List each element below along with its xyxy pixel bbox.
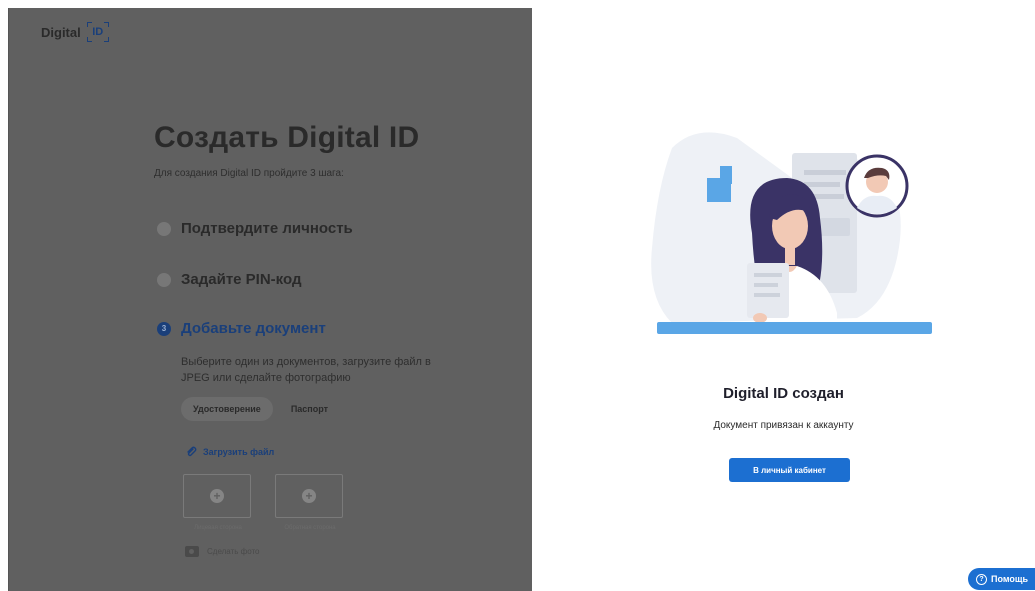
document-type-tabs: Удостоверение Паспорт	[181, 397, 340, 421]
step-verify-identity: Подтвердите личность	[157, 220, 353, 237]
question-icon: ?	[976, 573, 987, 585]
help-button[interactable]: ? Помощь	[968, 568, 1035, 590]
take-photo-link[interactable]: Сделать фото	[185, 546, 260, 557]
page-subtitle: Для создания Digital ID пройдите 3 шага:	[154, 168, 344, 179]
tab-passport[interactable]: Паспорт	[279, 397, 340, 421]
step-label: Задайте PIN-код	[181, 271, 302, 288]
upload-slots: + Лицевая сторона + Обратная сторона	[183, 474, 343, 531]
logo-id-text: ID	[92, 26, 104, 38]
step-label: Добавьте документ	[181, 320, 326, 337]
step-number-icon: 3	[157, 321, 171, 336]
camera-icon	[185, 546, 199, 557]
upload-file-link[interactable]: Загрузить файл	[185, 446, 274, 458]
paperclip-icon	[187, 446, 197, 457]
success-panel: Digital ID создан Документ привязан к ак…	[532, 8, 1035, 591]
step-set-pin: Задайте PIN-код	[157, 271, 301, 288]
add-icon: +	[210, 489, 224, 503]
step-status-icon	[157, 221, 171, 236]
tab-id-card[interactable]: Удостоверение	[181, 397, 273, 421]
back-side-slot[interactable]: + Обратная сторона	[275, 474, 343, 531]
take-photo-label: Сделать фото	[207, 547, 260, 556]
front-side-slot[interactable]: + Лицевая сторона	[183, 474, 251, 531]
step-status-icon	[157, 272, 171, 287]
upload-file-label: Загрузить файл	[203, 447, 275, 457]
logo-id-mark: ID	[86, 22, 109, 42]
logo: Digital ID	[41, 22, 109, 42]
slot-caption: Лицевая сторона	[194, 525, 242, 531]
woman-with-document-illustration	[651, 132, 932, 334]
help-label: Помощь	[991, 574, 1029, 584]
logo-text: Digital	[41, 24, 81, 40]
step-add-document: 3 Добавьте документ	[157, 320, 326, 337]
add-icon: +	[302, 489, 316, 503]
step-description: Выберите один из документов, загрузите ф…	[181, 356, 431, 384]
success-subtitle: Документ привязан к аккаунту	[713, 420, 854, 431]
success-title: Digital ID создан	[723, 385, 844, 402]
page-title: Создать Digital ID	[154, 121, 420, 154]
step-label: Подтвердите личность	[181, 220, 353, 237]
go-to-account-button[interactable]: В личный кабинет	[729, 458, 850, 482]
create-id-panel: Digital ID Создать Digital ID Для создан…	[8, 8, 532, 591]
slot-caption: Обратная сторона	[284, 525, 336, 531]
